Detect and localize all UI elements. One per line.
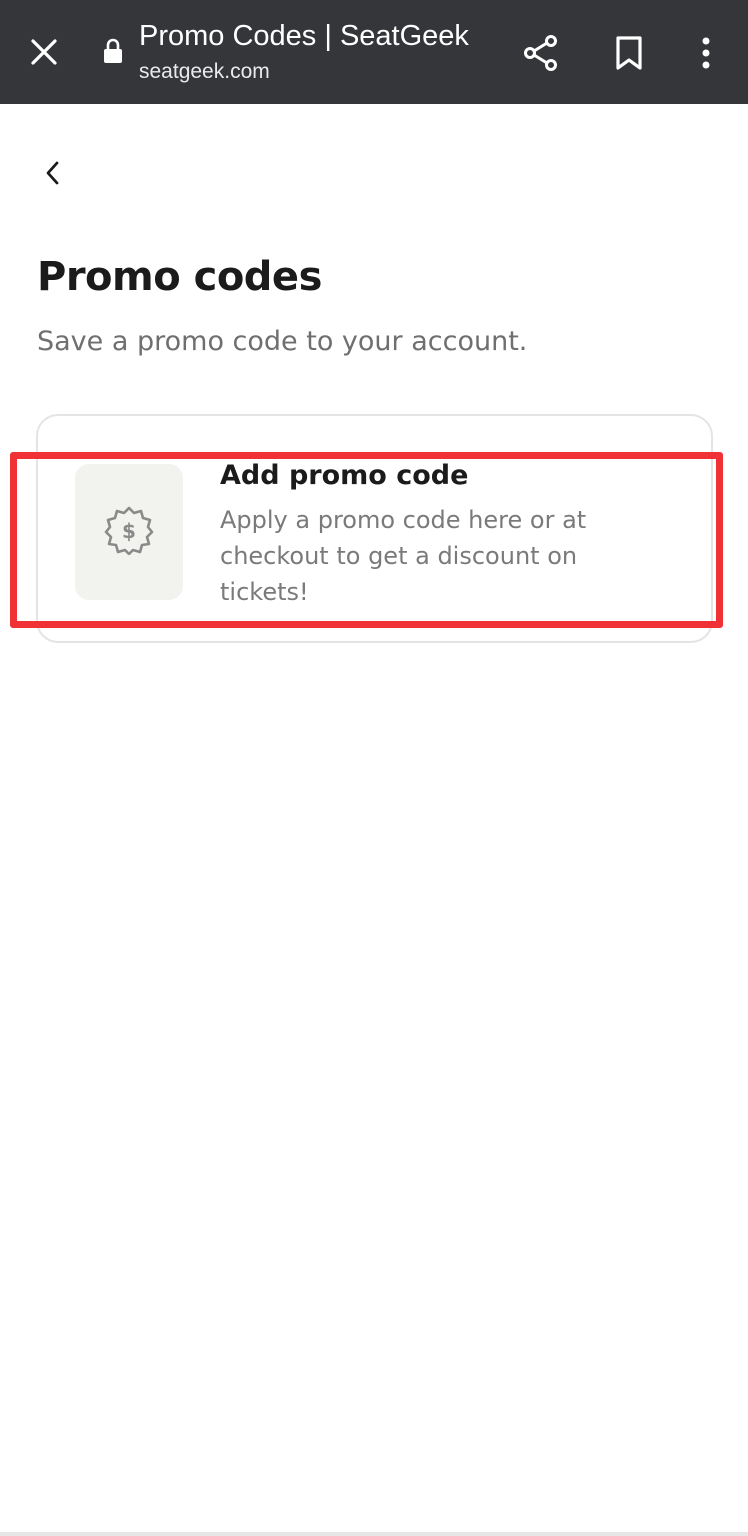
browser-toolbar: Promo Codes | SeatGeek seatgeek.com [0,0,748,104]
bookmark-icon[interactable] [606,30,652,76]
browser-url[interactable]: seatgeek.com [139,60,270,84]
chevron-left-icon [41,159,65,191]
browser-page-title: Promo Codes | SeatGeek [139,20,469,52]
back-button[interactable] [30,152,76,198]
dollar-badge-icon: $ [104,505,154,559]
add-promo-code-card[interactable]: $ Add promo code Apply a promo code here… [36,414,713,643]
share-icon[interactable] [518,30,564,76]
promo-card-description: Apply a promo code here or at checkout t… [220,506,587,606]
promo-icon-container: $ [75,464,183,600]
lock-icon [101,36,125,66]
bottom-divider [0,1532,748,1536]
close-icon[interactable] [22,30,66,74]
page-subtitle: Save a promo code to your account. [37,326,528,357]
svg-text:$: $ [122,519,136,543]
promo-card-title: Add promo code [220,460,469,491]
page-title: Promo codes [37,254,322,300]
more-vert-icon[interactable] [688,30,724,76]
